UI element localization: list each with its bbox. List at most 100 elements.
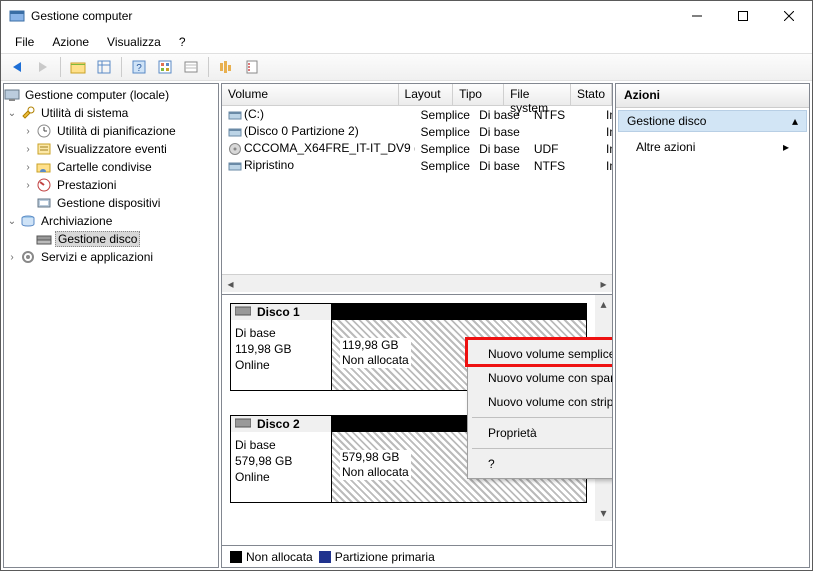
volume-list-header: Volume Layout Tipo File system Stato (222, 84, 612, 106)
legend-unallocated: Non allocata (230, 550, 313, 564)
computer-icon (4, 87, 20, 103)
tree-disk-management[interactable]: Gestione disco (4, 230, 218, 248)
actions-pane: Azioni Gestione disco ▴ Altre azioni ▸ (615, 83, 810, 568)
actions-section[interactable]: Gestione disco ▴ (618, 110, 807, 132)
ctx-properties[interactable]: Proprietà (470, 421, 612, 445)
scroll-left-icon[interactable]: ◂ (222, 275, 239, 292)
disk-name: Disco 2 (257, 417, 300, 431)
volume-row[interactable]: CCCOMA_X64FRE_IT-IT_DV9 (D:)SempliceDi b… (222, 140, 612, 157)
minimize-button[interactable] (674, 1, 720, 31)
settings-button[interactable] (153, 55, 177, 79)
forward-button[interactable] (31, 55, 55, 79)
disk-icon (235, 417, 251, 429)
main-pane: Volume Layout Tipo File system Stato (C:… (221, 83, 613, 568)
col-status[interactable]: Stato (571, 84, 612, 105)
volume-icon (228, 142, 242, 156)
volume-row[interactable]: (Disco 0 Partizione 2)SempliceDi baseInt… (222, 123, 612, 140)
tree-device-manager[interactable]: Gestione dispositivi (4, 194, 218, 212)
volume-icon (228, 125, 242, 139)
scroll-right-icon[interactable]: ▸ (595, 275, 612, 292)
close-button[interactable] (766, 1, 812, 31)
folder-button[interactable] (66, 55, 90, 79)
chevron-right-icon: ▸ (783, 140, 789, 154)
scroll-down-icon[interactable]: ▾ (595, 504, 612, 521)
partition-info: 579,98 GBNon allocata (340, 450, 411, 480)
col-type[interactable]: Tipo (453, 84, 504, 105)
volume-icon (228, 159, 242, 173)
disk-name: Disco 1 (257, 305, 300, 319)
view-button[interactable] (92, 55, 116, 79)
list-button[interactable] (179, 55, 203, 79)
expand-icon[interactable]: › (20, 126, 36, 137)
tree-services[interactable]: › Servizi e applicazioni (4, 248, 218, 266)
expand-icon[interactable]: › (4, 252, 20, 263)
volume-icon (228, 108, 242, 122)
help-button[interactable]: ? (127, 55, 151, 79)
tools-icon (20, 105, 36, 121)
disk-status: Online (235, 358, 270, 372)
back-button[interactable] (5, 55, 29, 79)
device-icon (36, 195, 52, 211)
tree-root[interactable]: Gestione computer (locale) (4, 86, 218, 104)
window-controls (674, 1, 812, 31)
ctx-new-striped-volume[interactable]: Nuovo volume con striping... (470, 390, 612, 414)
menu-file[interactable]: File (7, 33, 42, 51)
menu-action[interactable]: Azione (44, 33, 97, 51)
disk-icon (235, 305, 251, 317)
col-volume[interactable]: Volume (222, 84, 399, 105)
tree-performance[interactable]: › Prestazioni (4, 176, 218, 194)
ctx-separator (472, 417, 612, 418)
volume-row[interactable]: (C:)SempliceDi baseNTFSIntegro (222, 106, 612, 123)
tree-storage[interactable]: ⌄ Archiviazione (4, 212, 218, 230)
legend: Non allocata Partizione primaria (222, 545, 612, 567)
properties-button[interactable] (240, 55, 264, 79)
context-menu: Nuovo volume semplice... Nuovo volume co… (467, 339, 612, 479)
disk-size: 579,98 GB (235, 454, 292, 468)
shared-folder-icon (36, 159, 52, 175)
titlebar: Gestione computer (1, 1, 812, 31)
toolbar: ? (1, 53, 812, 81)
scroll-up-icon[interactable]: ▴ (595, 295, 612, 312)
event-icon (36, 141, 52, 157)
expand-icon[interactable]: › (20, 162, 36, 173)
svg-text:?: ? (136, 63, 142, 74)
ctx-new-simple-volume[interactable]: Nuovo volume semplice... (470, 342, 612, 366)
menu-help[interactable]: ? (171, 33, 194, 51)
app-icon (9, 8, 25, 24)
tree-task-scheduler[interactable]: › Utilità di pianificazione (4, 122, 218, 140)
expand-icon[interactable]: ⌄ (4, 216, 20, 227)
expand-icon[interactable]: › (20, 144, 36, 155)
horizontal-scrollbar[interactable]: ◂ ▸ (222, 274, 612, 292)
tree-system-tools[interactable]: ⌄ Utilità di sistema (4, 104, 218, 122)
volume-list[interactable]: Volume Layout Tipo File system Stato (C:… (222, 84, 612, 292)
performance-icon (36, 177, 52, 193)
col-filesystem[interactable]: File system (504, 84, 571, 105)
ctx-help[interactable]: ? (470, 452, 612, 476)
disk-info: Disco 2 Di base 579,98 GB Online (231, 416, 332, 502)
legend-primary: Partizione primaria (319, 550, 435, 564)
disk-mgmt-icon (36, 231, 52, 247)
expand-icon[interactable]: › (20, 180, 36, 191)
maximize-button[interactable] (720, 1, 766, 31)
volume-row[interactable]: RipristinoSempliceDi baseNTFSIntegro (222, 157, 612, 174)
menubar: File Azione Visualizza ? (1, 31, 812, 53)
col-layout[interactable]: Layout (399, 84, 454, 105)
disk-type: Di base (235, 438, 276, 452)
actions-more[interactable]: Altre azioni ▸ (616, 134, 809, 160)
tree-shared-folders[interactable]: › Cartelle condivise (4, 158, 218, 176)
disk-info: Disco 1Di base119,98 GBOnline (231, 304, 332, 390)
tree-pane[interactable]: Gestione computer (locale) ⌄ Utilità di … (3, 83, 219, 568)
collapse-icon: ▴ (792, 114, 798, 128)
detail-button[interactable] (214, 55, 238, 79)
clock-icon (36, 123, 52, 139)
partition-info: 119,98 GBNon allocata (340, 338, 411, 368)
disk-status: Online (235, 470, 270, 484)
storage-icon (20, 213, 36, 229)
expand-icon[interactable]: ⌄ (4, 108, 20, 119)
disk-graphical-area[interactable]: Disco 1 Di base 119,98 GB Online 119,98 GBNo… (222, 294, 612, 543)
disk-size: 119,98 GB (235, 342, 291, 356)
ctx-new-spanned-volume[interactable]: Nuovo volume con spanning... (470, 366, 612, 390)
menu-view[interactable]: Visualizza (99, 33, 169, 51)
services-icon (20, 249, 36, 265)
tree-event-viewer[interactable]: › Visualizzatore eventi (4, 140, 218, 158)
